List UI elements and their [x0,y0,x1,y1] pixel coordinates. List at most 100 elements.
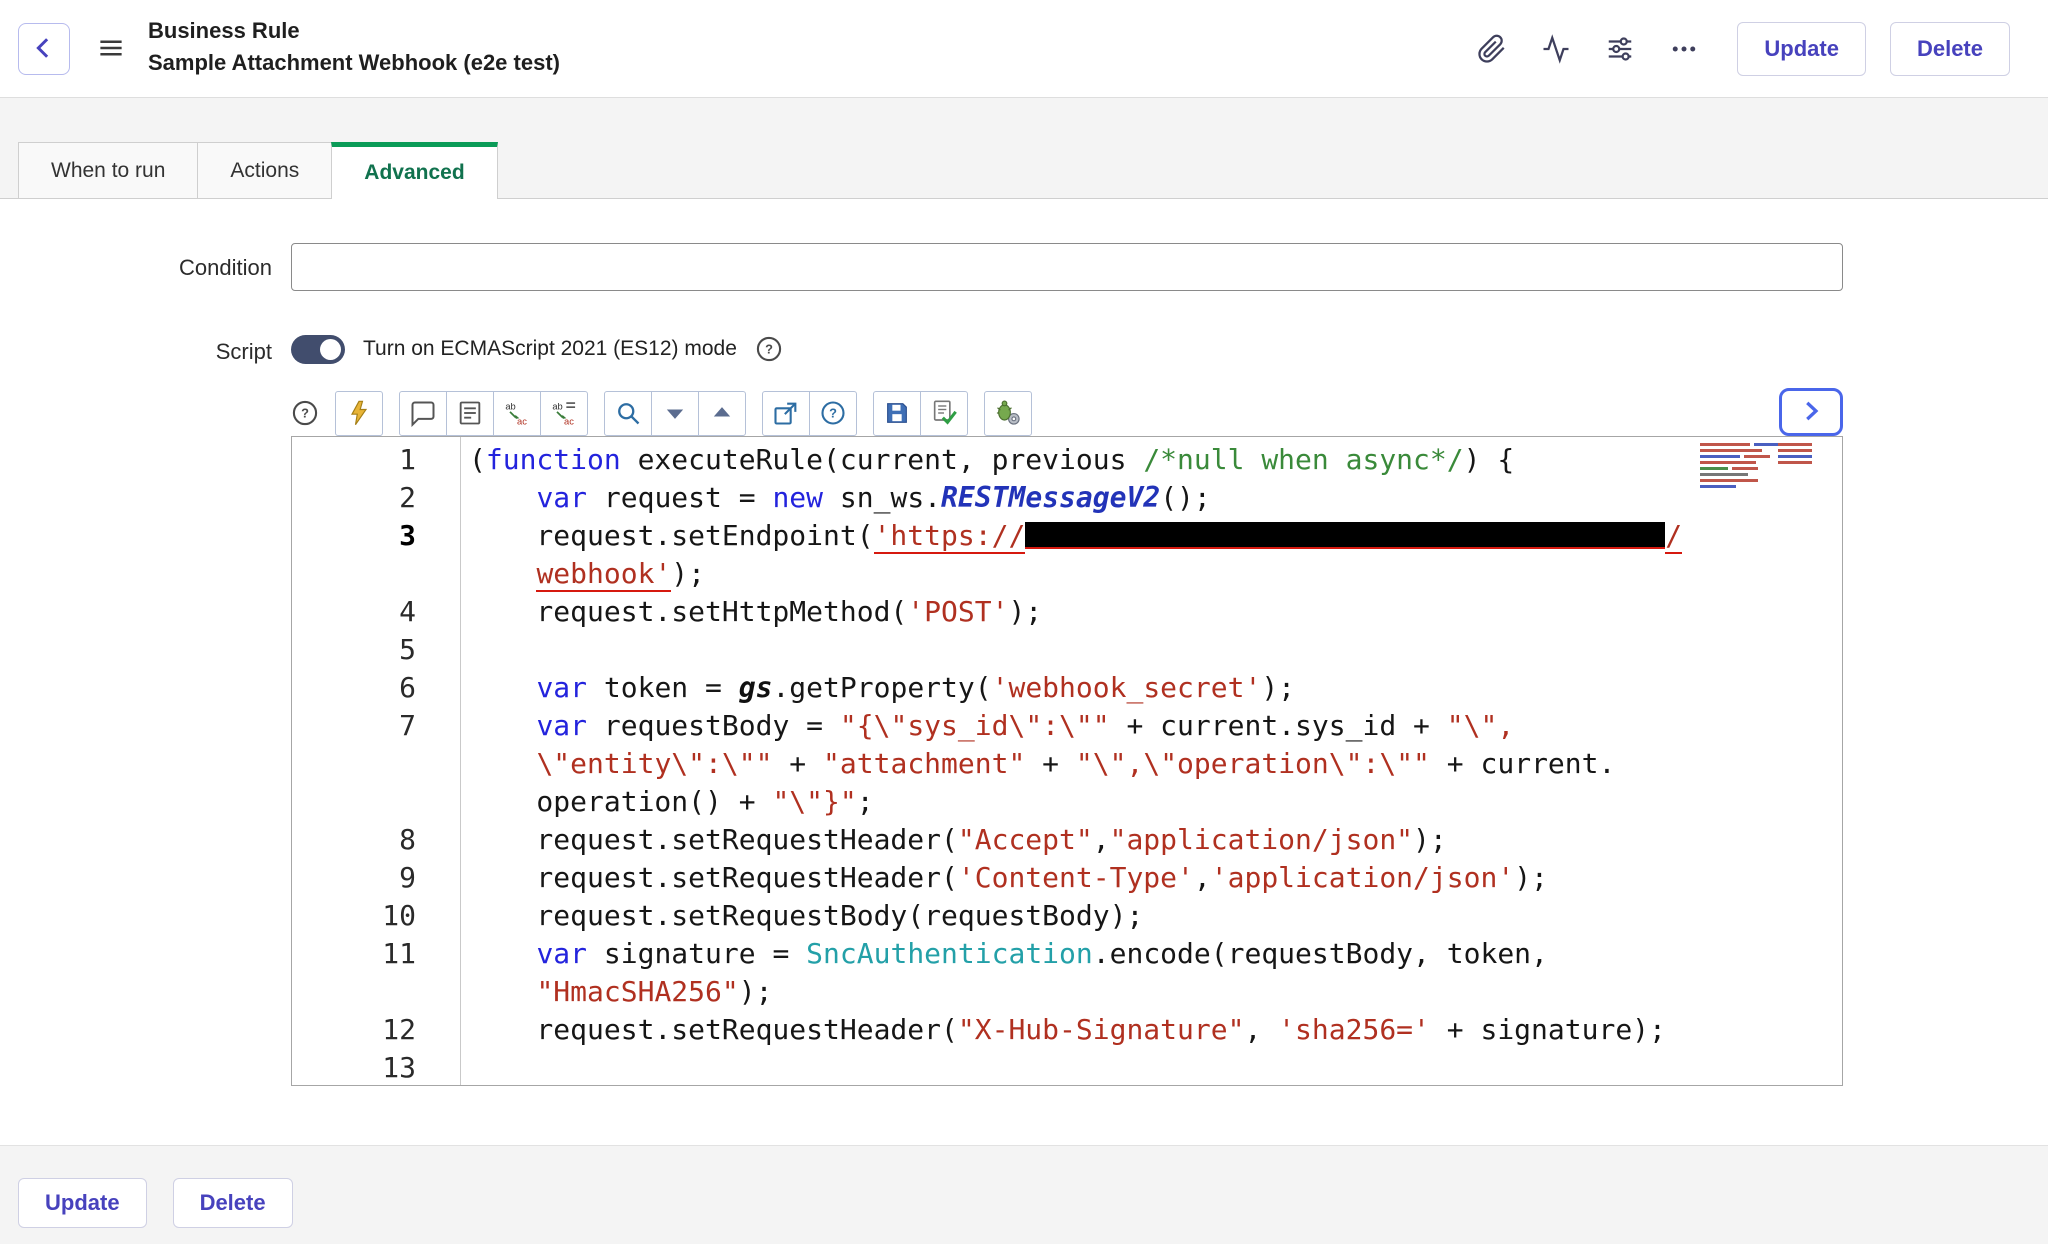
replace-all-button[interactable]: abac [540,391,588,436]
back-button[interactable] [18,23,70,75]
editor-toolbar: ? abacabac? [291,389,1843,437]
script-mode-row: Turn on ECMAScript 2021 (ES12) mode ? [291,331,783,367]
find-next-button[interactable] [651,391,699,436]
code-line[interactable]: var signature = SncAuthentication.encode… [469,935,1842,973]
search-button[interactable] [604,391,652,436]
svg-text:ab: ab [505,402,515,412]
line-number [292,973,460,1011]
line-number: 5 [292,631,460,669]
editor-toolbar-groups: abacabac? [335,391,1032,436]
chevron-left-icon [29,33,59,66]
toolbar-group: ? [762,391,857,436]
record-title: Sample Attachment Webhook (e2e test) [148,47,560,79]
header-icon-buttons [1471,28,1705,70]
code-line[interactable]: request.setEndpoint('https:/// [469,517,1842,555]
code-line[interactable]: var request = new sn_ws.RESTMessageV2(); [469,479,1842,517]
condition-label: Condition [0,255,272,281]
script-label: Script [0,339,272,365]
code-line[interactable] [469,631,1842,669]
line-number: 4 [292,593,460,631]
expand-editor-button[interactable] [1779,388,1843,436]
code-line[interactable]: (function executeRule(current, previous … [469,441,1842,479]
code-line[interactable]: request.setRequestHeader("Accept","appli… [469,821,1842,859]
svg-text:?: ? [765,342,773,357]
svg-text:?: ? [829,406,837,421]
code-line[interactable]: var requestBody = "{\"sys_id\":\"" + cur… [469,707,1842,745]
code-line[interactable] [469,1049,1842,1085]
line-number: 2 [292,479,460,517]
code-line[interactable]: operation() + "\"}"; [469,783,1842,821]
toolbar-group [604,391,746,436]
tab-actions[interactable]: Actions [197,142,332,198]
tab-advanced[interactable]: Advanced [331,142,497,199]
update-button-header[interactable]: Update [1737,22,1866,76]
more-icon[interactable] [1663,28,1705,70]
code-area[interactable]: (function executeRule(current, previous … [461,437,1842,1085]
replace-button[interactable]: abac [493,391,541,436]
code-line[interactable]: request.setHttpMethod('POST'); [469,593,1842,631]
line-number [292,555,460,593]
hamburger-icon [96,51,126,66]
es-mode-help-icon[interactable]: ? [755,335,783,363]
code-line[interactable]: "HmacSHA256"); [469,973,1842,1011]
find-previous-button[interactable] [698,391,746,436]
line-number [292,745,460,783]
attachment-icon[interactable] [1471,28,1513,70]
line-number: 12 [292,1011,460,1049]
code-line[interactable]: \"entity\":\"" + "attachment" + "\",\"op… [469,745,1842,783]
line-number: 9 [292,859,460,897]
svg-text:ab: ab [552,402,562,412]
save-button[interactable] [873,391,921,436]
record-type: Business Rule [148,15,560,47]
toolbar-group [984,391,1032,436]
editor-help-icon[interactable]: ? [291,399,319,427]
format-code-button[interactable] [335,391,383,436]
format-document-button[interactable] [446,391,494,436]
debug-button[interactable] [984,391,1032,436]
personalize-icon[interactable] [1599,28,1641,70]
open-window-button[interactable] [762,391,810,436]
es-mode-label: Turn on ECMAScript 2021 (ES12) mode [363,337,737,361]
form-content: Condition Script Turn on ECMAScript 2021… [0,199,2048,1146]
line-number: 10 [292,897,460,935]
line-number: 8 [292,821,460,859]
tab-when-to-run[interactable]: When to run [18,142,198,198]
toolbar-group: abacabac [399,391,588,436]
footer-bar: Update Delete [0,1146,2048,1244]
header-actions: Update Delete [1471,22,2010,76]
condition-input[interactable] [291,243,1843,291]
redaction-box [1025,522,1665,549]
toolbar-group [873,391,968,436]
header-bar: Business Rule Sample Attachment Webhook … [0,0,2048,98]
code-line[interactable]: request.setRequestHeader('Content-Type',… [469,859,1842,897]
title-block: Business Rule Sample Attachment Webhook … [148,15,560,79]
line-number: 6 [292,669,460,707]
tab-strip: When to runActionsAdvanced [0,142,2048,199]
delete-button-header[interactable]: Delete [1890,22,2010,76]
chevron-right-icon [1796,396,1826,429]
code-line[interactable]: var token = gs.getProperty('webhook_secr… [469,669,1842,707]
line-number: 7 [292,707,460,745]
page: Business Rule Sample Attachment Webhook … [0,0,2048,1244]
minimap [1698,440,1816,502]
api-help-button[interactable]: ? [809,391,857,436]
code-line[interactable]: request.setRequestBody(requestBody); [469,897,1842,935]
code-gutter: 12345678910111213 [292,437,461,1085]
es-mode-toggle[interactable] [291,335,345,364]
activity-icon[interactable] [1535,28,1577,70]
svg-text:?: ? [301,406,309,421]
code-line[interactable]: webhook'); [469,555,1842,593]
delete-button[interactable]: Delete [173,1178,293,1228]
line-number: 13 [292,1049,460,1087]
toggle-comment-button[interactable] [399,391,447,436]
toggle-knob [320,339,341,360]
svg-text:ac: ac [517,417,527,427]
line-number: 3 [292,517,460,555]
update-button[interactable]: Update [18,1178,147,1228]
svg-text:ac: ac [564,417,574,427]
context-menu-button[interactable] [92,30,130,68]
line-number: 11 [292,935,460,973]
code-line[interactable]: request.setRequestHeader("X-Hub-Signatur… [469,1011,1842,1049]
syntax-check-button[interactable] [920,391,968,436]
toolbar-group [335,391,383,436]
